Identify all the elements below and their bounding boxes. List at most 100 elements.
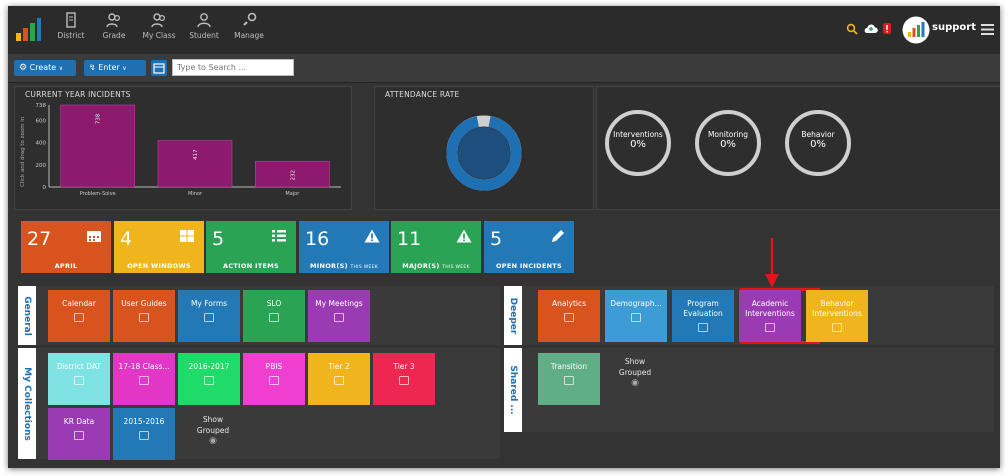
manage-icon [243,12,257,26]
stat-open-windows[interactable]: 4 OPEN WINDOWS [114,221,204,273]
rings-panel: Interventions 0% Monitoring 0% Behavior … [596,86,1000,210]
tile-my-forms[interactable]: My Forms [178,290,240,342]
show-grouped-shared[interactable]: Show Grouped ◉ [604,353,666,403]
tab-shared-label: Shared ... [508,365,518,415]
y-tick-label: 738 [36,103,47,109]
tile-slo[interactable]: SLO [243,290,305,342]
nav-district[interactable]: District [48,12,94,40]
tile-17-18-class[interactable]: 17-18 Class... [113,353,175,405]
search-icon[interactable] [846,23,858,35]
pencil-icon [552,230,564,242]
tile-label: Tier 2 [328,362,350,371]
tile-tier-2[interactable]: Tier 2 [308,353,370,405]
tile-label: PBIS [265,362,283,371]
form-icon [204,313,214,322]
tile-label: Program Evaluation [683,299,723,318]
class-icon [151,13,166,28]
nav-my-class[interactable]: My Class [136,12,182,40]
tile-2015-2016[interactable]: 2015-2016 [113,408,175,460]
nav-my-class-label: My Class [142,31,176,40]
tile-2016-2017[interactable]: 2016-2017 [178,353,240,405]
building-icon [66,12,76,28]
stat-open-incidents[interactable]: 5 OPEN INCIDENTS [484,221,574,273]
user-name[interactable]: support [932,22,976,33]
collection-icon [74,431,84,440]
tile-tier-3[interactable]: Tier 3 [373,353,435,405]
calendar-icon [87,231,101,242]
warning-icon [364,229,380,243]
tab-deeper[interactable]: Deeper [504,286,522,345]
nav-grade[interactable]: Grade [91,12,137,40]
avatar-icon[interactable] [902,16,930,44]
ring-monitoring-value: 0% [720,139,736,150]
attendance-donut[interactable] [375,87,593,209]
tile-kr-data[interactable]: KR Data [48,408,110,460]
calendar-button[interactable] [151,60,167,76]
stat-label: OPEN INCIDENTS [495,262,563,270]
tile-demographics[interactable]: Demograph... [605,290,667,342]
stat-label: ACTION ITEMS [223,262,279,270]
tab-deeper-label: Deeper [508,297,518,334]
tile-pbis[interactable]: PBIS [243,353,305,405]
ring-behavior[interactable]: Behavior 0% [785,110,851,176]
tile-transition[interactable]: Transition [538,353,600,405]
x-tick-label: Problem-Solve [80,191,116,197]
bar-value-label: 738 [96,113,102,124]
stat-april[interactable]: 27 APRIL [21,221,111,273]
x-tick-label: Major [285,191,300,197]
enter-button[interactable]: ↯ Enter ∨ [84,60,146,76]
stat-minors[interactable]: 16 MINOR(S) THIS WEEK [299,221,389,273]
gear-icon: ⚙ [19,63,28,73]
chevron-down-icon: ∨ [58,65,64,72]
cloud-icon[interactable] [864,22,878,35]
stat-action-items[interactable]: 5 ACTION ITEMS [206,221,296,273]
stat-label-text: MINOR(S) [309,262,348,270]
ring-behavior-value: 0% [810,139,826,150]
tile-my-meetings[interactable]: My Meetings [308,290,370,342]
y-tick-label: 600 [36,118,47,124]
nav-grade-label: Grade [102,31,126,40]
stat-label: MAJOR(S) THIS WEEK [391,262,481,270]
create-label: Create [29,63,57,72]
tile-district-dat[interactable]: District DAT [48,353,110,405]
ring-monitoring[interactable]: Monitoring 0% [695,110,761,176]
tab-my-collections[interactable]: My Collections [18,348,36,459]
percent-icon [631,313,641,322]
tile-label: My Forms [190,299,228,308]
logo-icon[interactable] [14,16,42,44]
users-icon [106,13,121,28]
alert-icon[interactable] [882,22,892,35]
tab-general[interactable]: General [18,286,36,345]
hamburger-menu-icon[interactable] [981,24,994,35]
tile-label: 17-18 Class... [118,362,170,371]
warning-icon [456,229,472,243]
attendance-panel: ATTENDANCE RATE [374,86,594,210]
tab-shared[interactable]: Shared ... [504,348,522,432]
tile-academic-interventions[interactable]: Academic Interventions [739,290,801,342]
nav-manage[interactable]: Manage [226,12,272,40]
list-icon [272,230,286,242]
incidents-chart[interactable]: Click and drag to zoom in 0 200 400 600 738 7… [15,87,351,209]
help-icon [139,313,149,322]
pointer-arrow [765,238,779,288]
tile-label: KR Data [63,417,95,426]
tile-calendar[interactable]: Calendar [48,290,110,342]
tile-program-evaluation[interactable]: Program Evaluation [672,290,734,342]
ring-interventions[interactable]: Interventions 0% [605,110,671,176]
tile-behavior-interventions[interactable]: Behavior Interventions [806,290,868,342]
show-grouped-collections[interactable]: Show Grouped ◉ [182,411,244,461]
tile-user-guides[interactable]: User Guides [113,290,175,342]
bar-chart-icon [698,323,708,332]
search-input[interactable] [172,59,294,76]
x-tick-label: Minor [188,191,203,197]
nav-student[interactable]: Student [181,12,227,40]
nav-student-label: Student [189,31,219,40]
stat-value: 5 [490,228,503,250]
create-button[interactable]: ⚙ Create ∨ [14,60,76,76]
stat-majors[interactable]: 11 MAJOR(S) THIS WEEK [391,221,481,273]
bar-minor[interactable] [157,140,233,188]
stat-label-text: MAJOR(S) [402,262,440,270]
collection-icon [334,376,344,385]
tile-analytics[interactable]: Analytics [538,290,600,342]
tab-my-collections-label: My Collections [22,366,32,441]
